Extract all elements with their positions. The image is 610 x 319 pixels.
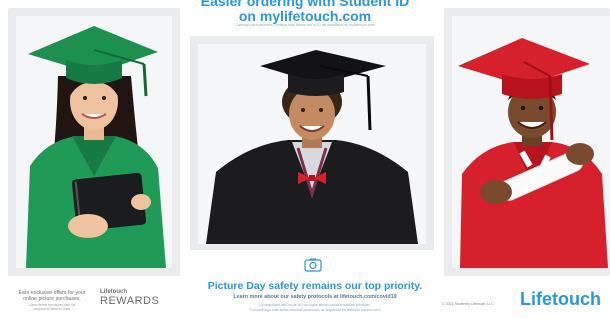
header-link[interactable]: mylifetouch.com <box>260 8 371 24</box>
center-photo <box>198 44 426 244</box>
green-graduate-illustration <box>26 26 166 268</box>
black-graduate-illustration <box>206 50 418 244</box>
safety-es-1: La seguridad del Día de la Foto sigue si… <box>259 303 371 307</box>
rewards-text: Earn exclusive offers for your online pi… <box>10 290 94 311</box>
safety-subtitle: Learn more about our safety protocols at… <box>233 294 397 300</box>
safety-es-2: Conozca algo más sobre nuestros protocol… <box>249 308 381 312</box>
safety-title: Picture Day safety remains our top prior… <box>207 280 423 292</box>
rewards-es-2: compras de fotos en línea. <box>33 307 71 311</box>
rewards-brand-bottom: REWARDS <box>100 295 160 307</box>
copyright: © 2022 Shutterfly Lifetouch, LLC <box>442 302 494 306</box>
right-photo <box>452 16 610 268</box>
rewards-en-2: online picture purchases. <box>23 296 81 302</box>
lifetouch-logo: Lifetouch <box>520 289 601 309</box>
left-photo <box>16 16 172 268</box>
header-line-2-prefix: on <box>238 8 260 24</box>
camera-shield-icon <box>304 258 322 272</box>
header-fine-print: Catálogo para hacemos. Pedidos más fácil… <box>235 23 375 27</box>
red-graduate-illustration <box>458 38 608 268</box>
rewards-logo: Lifetouch REWARDS <box>100 289 174 307</box>
